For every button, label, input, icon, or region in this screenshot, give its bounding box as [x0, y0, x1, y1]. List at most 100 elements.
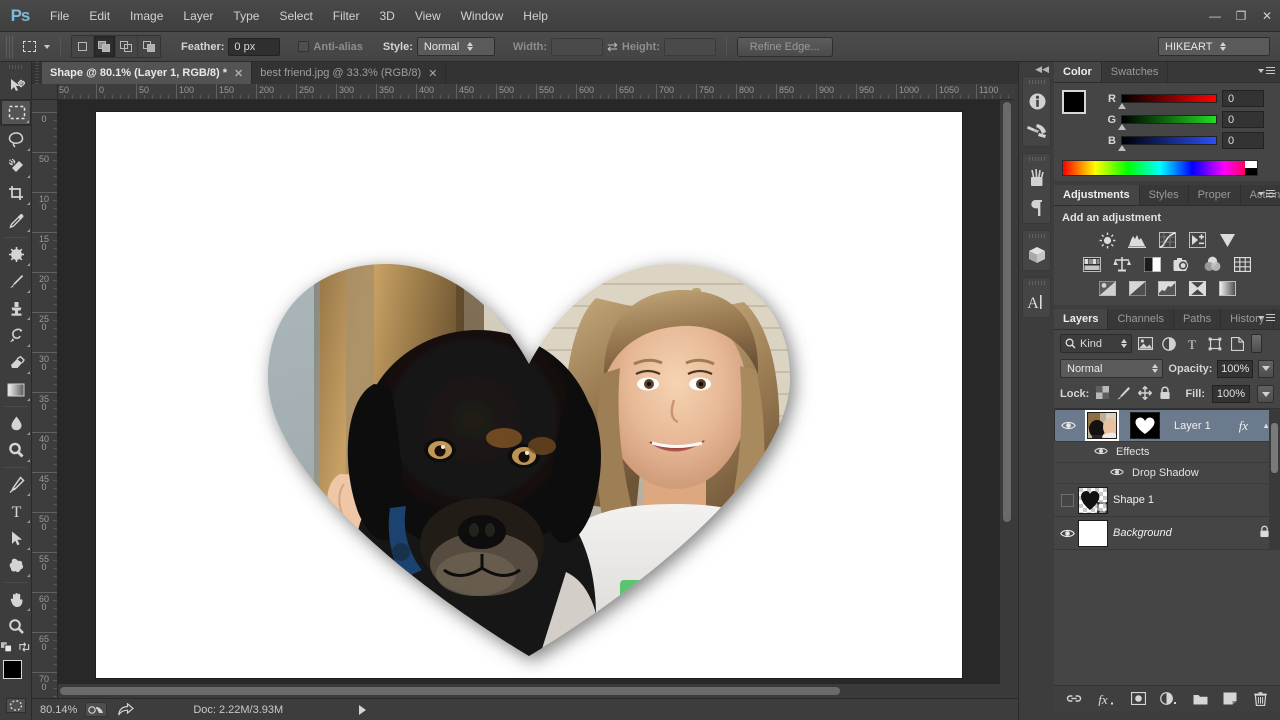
- tab-best-friend[interactable]: best friend.jpg @ 33.3% (RGB/8) ✕: [252, 62, 446, 84]
- menu-item-file[interactable]: File: [40, 0, 79, 32]
- new-group-icon[interactable]: [1192, 691, 1208, 707]
- layer-fx-badge-layer-1[interactable]: fx: [1239, 418, 1254, 434]
- red-slider[interactable]: [1121, 94, 1217, 103]
- share-icon[interactable]: [115, 702, 137, 717]
- layer-effects-row[interactable]: Effects: [1054, 442, 1280, 463]
- layer-thumbnail-shape-1[interactable]: [1078, 487, 1108, 514]
- tool-preset-chevron-down-icon[interactable]: [44, 45, 50, 49]
- menu-item-view[interactable]: View: [405, 0, 451, 32]
- layer-filter-kind-select[interactable]: Kind: [1060, 334, 1132, 353]
- dock-group-grip-4[interactable]: [1023, 278, 1050, 287]
- gradient-tool[interactable]: [0, 376, 32, 403]
- exposure-icon[interactable]: [1187, 231, 1207, 249]
- opacity-dropdown-icon[interactable]: [1258, 360, 1274, 378]
- pixel-filter-icon[interactable]: [1136, 334, 1155, 353]
- path-selection-tool[interactable]: [0, 525, 32, 552]
- dodge-tool[interactable]: [0, 437, 32, 464]
- quick-mask-button[interactable]: [0, 694, 32, 716]
- anti-alias-checkbox[interactable]: [298, 41, 309, 52]
- refine-edge-button[interactable]: Refine Edge...: [737, 37, 833, 57]
- tab-color[interactable]: Color: [1054, 62, 1102, 82]
- dock-group-grip-1[interactable]: [1023, 77, 1050, 86]
- tools-panel-grip[interactable]: [0, 62, 31, 72]
- delete-layer-icon[interactable]: [1252, 691, 1268, 707]
- blue-slider[interactable]: [1121, 136, 1217, 145]
- foreground-color-swatch[interactable]: [3, 660, 22, 679]
- history-brush-tool[interactable]: [0, 322, 32, 349]
- vertical-ruler[interactable]: 0501001502002503003504004505005506006507…: [32, 100, 58, 698]
- color-panel-foreground-swatch[interactable]: [1062, 90, 1086, 114]
- lock-image-icon[interactable]: [1116, 386, 1131, 403]
- smart-object-filter-icon[interactable]: [1228, 334, 1247, 353]
- black-white-icon[interactable]: [1142, 255, 1162, 273]
- tab-properties[interactable]: Proper: [1189, 185, 1241, 205]
- lasso-tool[interactable]: [0, 126, 32, 153]
- effects-visibility-toggle[interactable]: [1094, 446, 1108, 459]
- options-bar-grip[interactable]: [6, 36, 14, 58]
- hue-saturation-icon[interactable]: [1082, 255, 1102, 273]
- layer-row-shape-1[interactable]: Shape 1: [1054, 484, 1280, 517]
- clone-stamp-tool[interactable]: [0, 295, 32, 322]
- tab-styles[interactable]: Styles: [1140, 185, 1189, 205]
- quick-selection-tool[interactable]: [0, 153, 32, 180]
- feather-input[interactable]: 0 px: [228, 38, 280, 56]
- layer-drop-shadow-row[interactable]: Drop Shadow: [1054, 463, 1280, 484]
- menu-item-select[interactable]: Select: [269, 0, 322, 32]
- swap-colors-icon[interactable]: [18, 641, 31, 653]
- swap-dimensions-icon[interactable]: ⇄: [607, 39, 618, 55]
- color-panel-menu-icon[interactable]: [1258, 67, 1275, 74]
- document-page[interactable]: [96, 112, 962, 678]
- shape-filter-icon[interactable]: [1205, 334, 1224, 353]
- brightness-contrast-icon[interactable]: [1097, 231, 1117, 249]
- zoom-tool[interactable]: [0, 613, 32, 640]
- close-button[interactable]: ✕: [1254, 0, 1280, 32]
- tab-adjustments[interactable]: Adjustments: [1054, 185, 1140, 205]
- status-preview-icon[interactable]: [85, 702, 107, 717]
- layers-scrollbar[interactable]: [1269, 409, 1280, 550]
- green-value[interactable]: 0: [1222, 111, 1264, 128]
- layer-row-layer-1[interactable]: Layer 1 fx ▲: [1054, 409, 1280, 442]
- layer-mask-thumbnail-layer-1[interactable]: [1130, 412, 1160, 439]
- layer-style-fx-icon[interactable]: fx: [1096, 691, 1116, 707]
- collapse-panels-icon[interactable]: ◀◀: [1019, 62, 1054, 76]
- menu-item-filter[interactable]: Filter: [323, 0, 370, 32]
- menu-item-help[interactable]: Help: [513, 0, 558, 32]
- move-tool[interactable]: [0, 72, 32, 99]
- invert-icon[interactable]: [1097, 279, 1117, 297]
- posterize-icon[interactable]: [1127, 279, 1147, 297]
- canvas-area[interactable]: [58, 100, 1014, 698]
- green-slider[interactable]: [1121, 115, 1217, 124]
- tab-bar-grip[interactable]: [32, 62, 42, 84]
- layer-name-shape-1[interactable]: Shape 1: [1113, 494, 1280, 506]
- opacity-input[interactable]: 100%: [1217, 360, 1253, 378]
- tab-swatches[interactable]: Swatches: [1102, 62, 1169, 82]
- color-lookup-icon[interactable]: [1232, 255, 1252, 273]
- zoom-level[interactable]: 80.14%: [40, 704, 77, 716]
- blue-value[interactable]: 0: [1222, 132, 1264, 149]
- add-mask-icon[interactable]: [1130, 691, 1146, 707]
- tab-paths[interactable]: Paths: [1174, 309, 1221, 329]
- menu-item-edit[interactable]: Edit: [79, 0, 120, 32]
- tab-best-friend-close-icon[interactable]: ✕: [428, 67, 437, 80]
- hand-tool[interactable]: [0, 586, 32, 613]
- layer-name-background[interactable]: Background: [1113, 527, 1259, 539]
- link-layers-icon[interactable]: [1066, 691, 1082, 707]
- red-value[interactable]: 0: [1222, 90, 1264, 107]
- subtract-from-selection-button[interactable]: [116, 36, 138, 57]
- adjustments-panel-menu-icon[interactable]: [1258, 190, 1275, 197]
- color-balance-icon[interactable]: [1112, 255, 1132, 273]
- intersect-selection-button[interactable]: [138, 36, 160, 57]
- horizontal-ruler[interactable]: 5005010015020025030035040045050055060065…: [58, 84, 1014, 100]
- adjustment-filter-icon[interactable]: [1159, 334, 1178, 353]
- status-expand-arrow-icon[interactable]: [359, 705, 366, 715]
- tab-channels[interactable]: Channels: [1108, 309, 1173, 329]
- 3d-cube-icon[interactable]: [1023, 240, 1051, 270]
- gradient-map-icon[interactable]: [1217, 279, 1237, 297]
- lock-all-icon[interactable]: [1159, 386, 1171, 403]
- new-layer-icon[interactable]: [1222, 691, 1238, 707]
- fill-dropdown-icon[interactable]: [1257, 385, 1274, 403]
- pen-tool[interactable]: [0, 471, 32, 498]
- fill-input[interactable]: 100%: [1212, 385, 1250, 403]
- spot-healing-brush-tool[interactable]: [0, 241, 32, 268]
- menu-item-image[interactable]: Image: [120, 0, 173, 32]
